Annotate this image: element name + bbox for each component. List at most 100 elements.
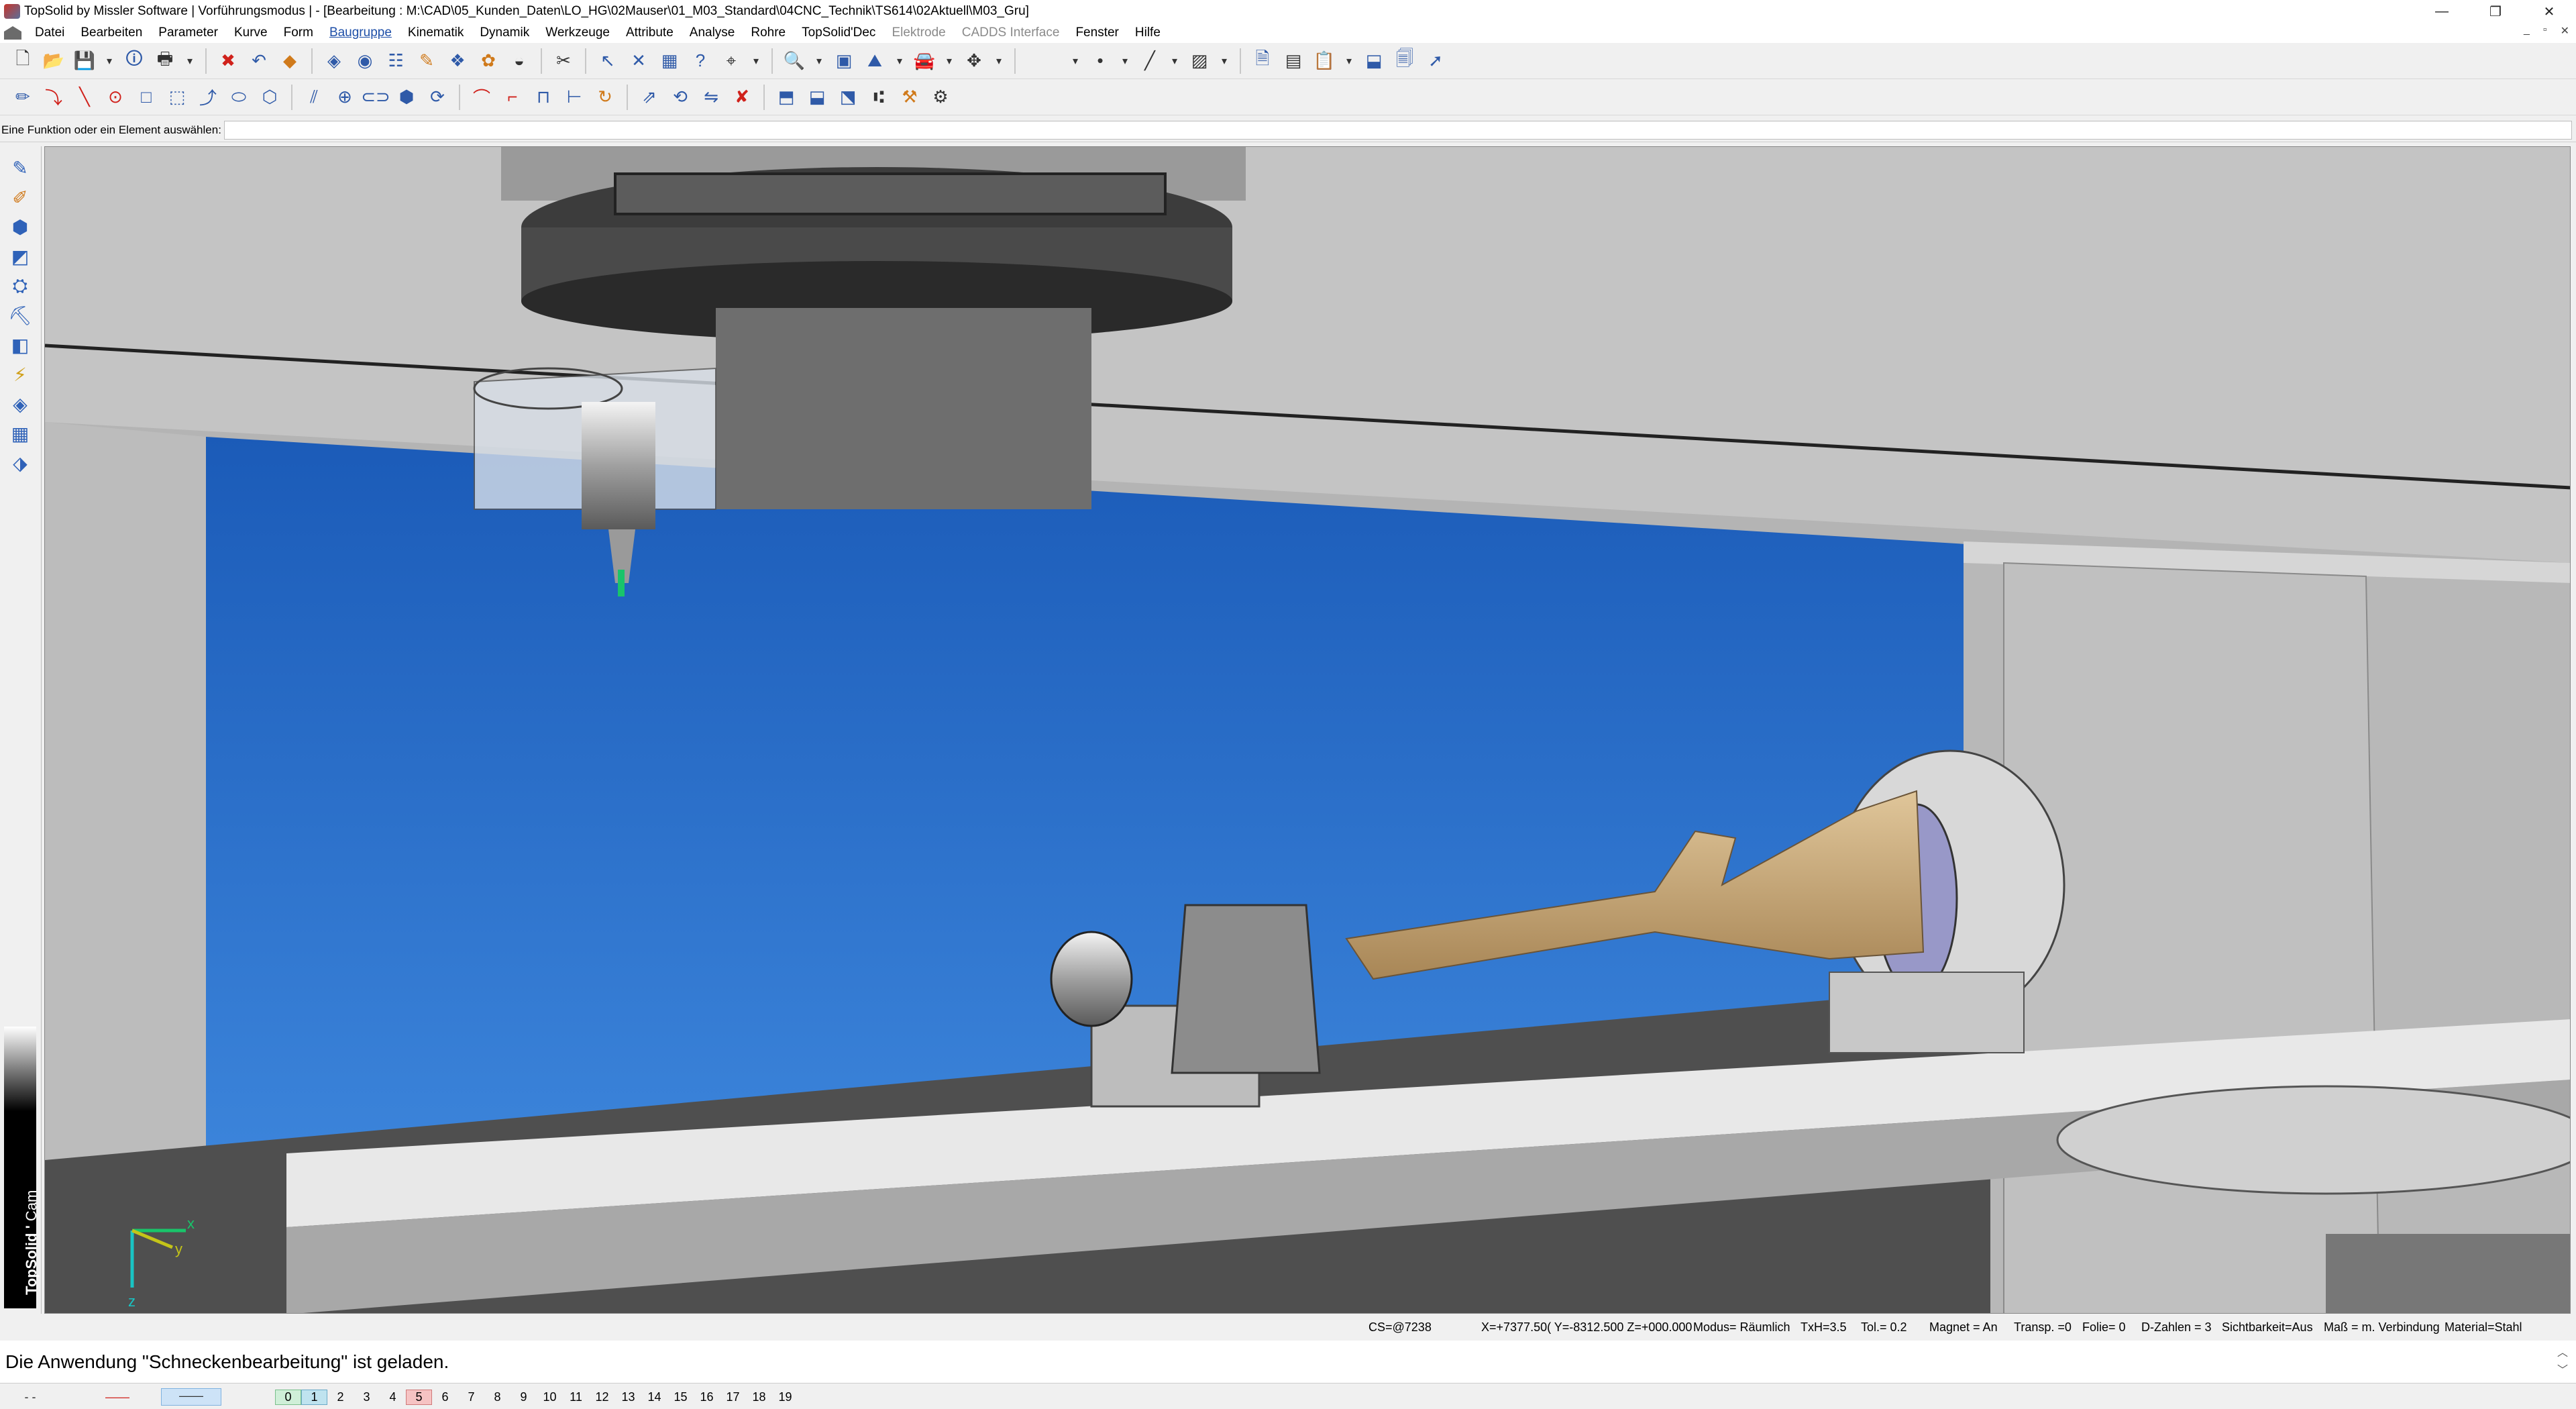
print-icon[interactable]: 🖶 — [152, 48, 178, 74]
print-dropdown-icon[interactable]: ▾ — [182, 48, 197, 74]
restore-button[interactable]: ❐ — [2469, 0, 2522, 23]
visibility-icon[interactable]: ◒ — [506, 48, 533, 74]
hatch-icon[interactable]: ▨ — [1186, 48, 1213, 74]
snap-icon[interactable]: ⌖ — [718, 48, 745, 74]
color-icon[interactable]: ❖ — [444, 48, 471, 74]
hide-icon[interactable]: ◉ — [352, 48, 378, 74]
pan-dropdown-icon[interactable]: ▾ — [991, 48, 1006, 74]
menu-parameter[interactable]: Parameter — [150, 25, 226, 40]
doc-minimize-button[interactable]: _ — [2524, 24, 2530, 38]
solid-icon[interactable]: ⬢ — [393, 84, 420, 111]
3d-viewport[interactable]: x y z — [44, 146, 2571, 1314]
zoom-dropdown-icon[interactable]: ▾ — [812, 48, 826, 74]
layer-6[interactable]: 6 — [432, 1390, 458, 1404]
close-button[interactable]: ✕ — [2522, 0, 2576, 23]
menu-dynamik[interactable]: Dynamik — [472, 25, 537, 40]
pocket-tool-icon[interactable]: ◧ — [7, 331, 34, 358]
drilling-tool-icon[interactable]: ⛏ — [7, 302, 34, 329]
kinematic-icon[interactable]: ⬔ — [835, 84, 861, 111]
tool-icon[interactable]: ⚒ — [896, 84, 923, 111]
topsolid-app-icon[interactable] — [4, 4, 20, 19]
status-material[interactable]: Material=Stahl — [2445, 1320, 2522, 1335]
view-dropdown-icon[interactable]: ▾ — [892, 48, 907, 74]
delete-icon[interactable]: ✖ — [215, 48, 241, 74]
layer-13[interactable]: 13 — [615, 1390, 641, 1404]
layer-14[interactable]: 14 — [641, 1390, 667, 1404]
export-icon[interactable]: ⬓ — [1360, 48, 1387, 74]
rotate-icon[interactable]: ⟲ — [667, 84, 694, 111]
layer-2[interactable]: 2 — [327, 1390, 354, 1404]
rectangle-icon[interactable]: □ — [133, 84, 160, 111]
menu-attribute[interactable]: Attribute — [618, 25, 682, 40]
sketch-tool-icon[interactable]: ✎ — [7, 154, 34, 181]
line-style-selected[interactable]: —— — [161, 1388, 221, 1406]
menu-datei[interactable]: Datei — [27, 25, 72, 40]
menu-fenster[interactable]: Fenster — [1067, 25, 1126, 40]
remove-icon[interactable]: ✘ — [729, 84, 755, 111]
render-icon[interactable]: 🚘 — [911, 48, 938, 74]
ellipse-icon[interactable]: ⬭ — [225, 84, 252, 111]
message-scroll-down[interactable]: ﹀ — [2557, 1362, 2568, 1379]
status-magnet[interactable]: Magnet = An — [1929, 1320, 1998, 1335]
library-icon[interactable]: ▤ — [1280, 48, 1307, 74]
layer-3[interactable]: 3 — [354, 1390, 380, 1404]
line-style-dots-icon[interactable] — [1024, 48, 1064, 74]
layer-11[interactable]: 11 — [563, 1390, 589, 1404]
layer-19[interactable]: 19 — [772, 1390, 798, 1404]
shape-icon[interactable]: ⟳ — [424, 84, 451, 111]
chamfer-icon[interactable]: ⌐ — [499, 84, 526, 111]
menu-cadds-interface[interactable]: CADDS Interface — [954, 25, 1068, 40]
status-folie[interactable]: Folie= 0 — [2082, 1320, 2126, 1335]
undo-icon[interactable]: ↶ — [246, 48, 272, 74]
layer-15[interactable]: 15 — [667, 1390, 694, 1404]
filter-icon[interactable]: ▦ — [656, 48, 683, 74]
cam-tool-icon[interactable]: ⚡ — [7, 361, 34, 388]
render-dropdown-icon[interactable]: ▾ — [942, 48, 957, 74]
curve-tool-icon[interactable]: ✐ — [7, 184, 34, 211]
center-icon[interactable]: ⊕ — [331, 84, 358, 111]
solid-tool-icon[interactable]: ⬢ — [7, 213, 34, 240]
assembly-tool-icon[interactable]: ⛭ — [7, 272, 34, 299]
trim-icon[interactable]: ⤴ — [195, 84, 221, 111]
layer-7[interactable]: 7 — [458, 1390, 484, 1404]
view-icon[interactable]: ⛰ — [861, 48, 888, 74]
process-tool-icon[interactable]: ◈ — [7, 390, 34, 417]
menu-bearbeiten[interactable]: Bearbeiten — [72, 25, 150, 40]
line-style-dash[interactable]: - - — [0, 1390, 60, 1404]
menu-baugruppe[interactable]: Baugruppe — [321, 25, 400, 40]
help-pointer-icon[interactable]: ➚ — [1422, 48, 1449, 74]
save-icon[interactable]: 💾 — [71, 48, 98, 74]
properties-icon[interactable]: 🛈 — [121, 48, 148, 74]
surface-tool-icon[interactable]: ◩ — [7, 243, 34, 270]
menu-form[interactable]: Form — [276, 25, 321, 40]
dimension-icon[interactable]: ⊢ — [561, 84, 588, 111]
snap-dropdown-icon[interactable]: ▾ — [749, 48, 763, 74]
status-d-zahlen[interactable]: D-Zahlen = 3 — [2141, 1320, 2212, 1335]
menu-hilfe[interactable]: Hilfe — [1127, 25, 1169, 40]
layer-9[interactable]: 9 — [511, 1390, 537, 1404]
simulation-tool-icon[interactable]: ⬗ — [7, 450, 34, 476]
line-width-icon[interactable]: ╱ — [1136, 48, 1163, 74]
parallel-icon[interactable]: ⫽ — [301, 84, 327, 111]
sketch-icon[interactable]: ✏ — [9, 84, 36, 111]
save-dropdown-icon[interactable]: ▾ — [102, 48, 117, 74]
tree-icon[interactable]: ⑆ — [865, 84, 892, 111]
eraser-icon[interactable]: ◆ — [276, 48, 303, 74]
select-icon[interactable]: ↖ — [594, 48, 621, 74]
open-file-icon[interactable]: 📂 — [40, 48, 67, 74]
curve-icon[interactable]: ⤵ — [40, 84, 67, 111]
layer-4[interactable]: 4 — [380, 1390, 406, 1404]
move-icon[interactable]: ⇗ — [636, 84, 663, 111]
menu-analyse[interactable]: Analyse — [682, 25, 743, 40]
contour-icon[interactable]: ⬚ — [164, 84, 191, 111]
layer-10[interactable]: 10 — [537, 1390, 563, 1404]
layer-18[interactable]: 18 — [746, 1390, 772, 1404]
doc-close-button[interactable]: ✕ — [2561, 24, 2569, 38]
menu-kurve[interactable]: Kurve — [226, 25, 276, 40]
layer-12[interactable]: 12 — [589, 1390, 615, 1404]
pan-icon[interactable]: ✥ — [961, 48, 987, 74]
mirror-icon[interactable]: ⇋ — [698, 84, 724, 111]
circle-icon[interactable]: ⊙ — [102, 84, 129, 111]
layer-1[interactable]: 1 — [301, 1389, 327, 1405]
status-txh[interactable]: TxH=3.5 — [1801, 1320, 1847, 1335]
